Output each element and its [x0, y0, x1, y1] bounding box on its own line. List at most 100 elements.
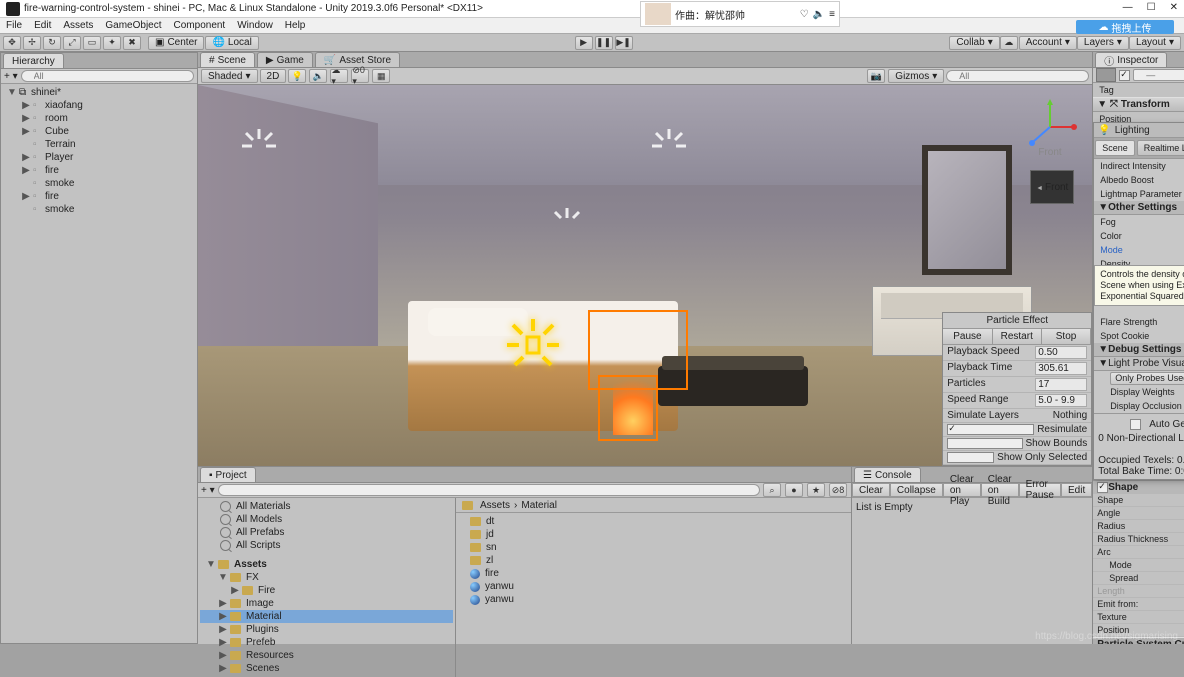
hand-tool[interactable]: ✥	[3, 36, 21, 50]
scene-viewport[interactable]: Front ◄ Front Particle Effect Pause Rest…	[198, 85, 1092, 466]
favorite-item[interactable]: All Models	[200, 513, 453, 526]
asset-item[interactable]: zl	[458, 554, 849, 567]
console-btn-clear-on-build[interactable]: Clear on Build	[981, 483, 1019, 497]
audio-toggle[interactable]: 🔈	[309, 69, 327, 83]
upload-button[interactable]: ☁ 拖拽上传	[1076, 20, 1174, 34]
light-gizmo-icon[interactable]	[648, 125, 690, 173]
name-field[interactable]	[1133, 69, 1184, 81]
hierarchy-item[interactable]: ▶▫Player	[1, 151, 197, 164]
scene-axis-gizmo[interactable]: Front	[1020, 97, 1080, 157]
particle-stop[interactable]: Stop	[1042, 329, 1091, 344]
gizmos-dropdown[interactable]: Gizmos ▾	[888, 69, 944, 83]
minimize-button[interactable]: —	[1123, 2, 1133, 13]
scale-tool[interactable]: ⤢	[63, 36, 81, 50]
asset-folder[interactable]: ▶Prefeb	[200, 636, 453, 649]
rotate-tool[interactable]: ↻	[43, 36, 61, 50]
tab-project[interactable]: ▪ Project	[200, 467, 256, 482]
shape-enabled[interactable]	[1097, 482, 1108, 493]
asset-item[interactable]: yanwu	[458, 593, 849, 606]
misc-toggle[interactable]: ⊘0 ▾	[351, 69, 369, 83]
menu-file[interactable]: File	[6, 20, 22, 31]
menu-component[interactable]: Component	[174, 20, 226, 31]
grid-toggle[interactable]: ▦	[372, 69, 390, 83]
hierarchy-item[interactable]: ▶▫room	[1, 112, 197, 125]
create-asset[interactable]: + ▾	[201, 485, 215, 496]
lighting-tab-realtime[interactable]: Realtime Lightmaps	[1137, 140, 1184, 156]
account-dropdown[interactable]: Account ▾	[1019, 36, 1077, 50]
transform-header[interactable]: ▼ ⤧ Transform◐ ⁝	[1093, 97, 1184, 112]
asset-folder[interactable]: ▶Material	[200, 610, 453, 623]
mode-2d[interactable]: 2D	[260, 69, 287, 83]
particle-restart[interactable]: Restart	[993, 329, 1042, 344]
selected-light-icon[interactable]	[503, 315, 563, 375]
tab-hierarchy[interactable]: Hierarchy	[3, 53, 64, 68]
menu-edit[interactable]: Edit	[34, 20, 51, 31]
rect-tool[interactable]: ▭	[83, 36, 101, 50]
menu-gameobject[interactable]: GameObject	[105, 20, 161, 31]
lighting-toggle[interactable]: 💡	[288, 69, 306, 83]
tab-scene[interactable]: # Scene	[200, 52, 255, 67]
volume-icon[interactable]: 🔈	[813, 9, 825, 20]
favorite-item[interactable]: All Scripts	[200, 539, 453, 552]
layers-dropdown[interactable]: Layers ▾	[1077, 36, 1129, 50]
pivot-button[interactable]: ▣ Center	[148, 36, 204, 50]
menu-window[interactable]: Window	[237, 20, 273, 31]
particle-option[interactable]: Resimulate	[943, 423, 1091, 437]
lighting-header[interactable]: 💡Lighting ▤ ⊡ ✕	[1094, 123, 1184, 138]
favorite-item[interactable]: All Prefabs	[200, 526, 453, 539]
asset-folder[interactable]: ▶Scenes	[200, 662, 453, 675]
console-btn-edit[interactable]: Edit	[1061, 483, 1092, 497]
maximize-button[interactable]: ☐	[1147, 2, 1156, 13]
project-browser[interactable]: Assets › Material dtjdsnzlfireyanwuyanwu	[456, 498, 851, 677]
crumb[interactable]: Material	[521, 500, 557, 511]
console-btn-error-pause[interactable]: Error Pause	[1019, 483, 1061, 497]
assets-root[interactable]: ▼Assets	[200, 558, 453, 571]
asset-folder[interactable]: ▶Image	[200, 597, 453, 610]
console-btn-clear[interactable]: Clear	[852, 483, 890, 497]
tab-game[interactable]: ▶ Game	[257, 52, 313, 67]
move-tool[interactable]: ✢	[23, 36, 41, 50]
asset-folder[interactable]: ▶Resources	[200, 649, 453, 662]
tab-inspector[interactable]: ⓘ Inspector	[1095, 52, 1167, 67]
camera-preview[interactable]: ◄ Front	[1030, 170, 1074, 204]
layout-dropdown[interactable]: Layout ▾	[1129, 36, 1181, 50]
camera-settings[interactable]: 📷	[867, 69, 885, 83]
create-dropdown[interactable]: + ▾	[4, 71, 18, 82]
console-btn-clear-on-play[interactable]: Clear on Play	[943, 483, 981, 497]
lighting-tab-scene[interactable]: Scene	[1095, 140, 1135, 156]
asset-item[interactable]: dt	[458, 515, 849, 528]
particle-option[interactable]: Show Only Selected	[943, 451, 1091, 465]
particle-option[interactable]: Show Bounds	[943, 437, 1091, 451]
combo-tool[interactable]: ✦	[103, 36, 121, 50]
light-gizmo-icon[interactable]	[548, 205, 586, 249]
hierarchy-item[interactable]: ▫Terrain	[1, 138, 197, 151]
collab-dropdown[interactable]: Collab ▾	[949, 36, 999, 50]
lpv-dropdown[interactable]: Only Probes Used By Selection	[1110, 372, 1184, 385]
tab-console[interactable]: ☰ Console	[854, 467, 921, 482]
hierarchy-item[interactable]: ▶▫fire	[1, 164, 197, 177]
fx-toggle[interactable]: ☁ ▾	[330, 69, 348, 83]
lighting-window[interactable]: 💡Lighting ▤ ⊡ ✕ Scene Realtime Lightmaps…	[1093, 122, 1184, 480]
pause-button[interactable]: ❚❚	[595, 36, 613, 50]
hierarchy-search[interactable]	[21, 70, 194, 82]
play-button[interactable]: ▶	[575, 36, 593, 50]
favorite-item[interactable]: All Materials	[200, 500, 453, 513]
hierarchy-item[interactable]: ▫smoke	[1, 203, 197, 216]
hidden-toggle[interactable]: ⊘8	[829, 483, 847, 497]
hierarchy-item[interactable]: ▫smoke	[1, 177, 197, 190]
hierarchy-item[interactable]: ▶▫Cube	[1, 125, 197, 138]
hierarchy-tree[interactable]: ▼⧉shinei*▶▫xiaofang▶▫room▶▫Cube▫Terrain▶…	[1, 84, 197, 643]
scene-search[interactable]	[946, 70, 1089, 82]
console-btn-collapse[interactable]: Collapse	[890, 483, 943, 497]
asset-folder[interactable]: ▶Fire	[200, 584, 453, 597]
other-settings-header[interactable]: ▼ Other Settings	[1094, 201, 1184, 215]
heart-icon[interactable]: ♡	[800, 9, 809, 20]
cloud-button[interactable]: ☁	[1000, 36, 1018, 50]
project-tree[interactable]: All MaterialsAll ModelsAll PrefabsAll Sc…	[198, 498, 456, 677]
menu-help[interactable]: Help	[285, 20, 306, 31]
project-search[interactable]	[218, 484, 760, 496]
crumb[interactable]: Assets	[480, 500, 510, 511]
asset-item[interactable]: yanwu	[458, 580, 849, 593]
step-button[interactable]: ▶❚	[615, 36, 633, 50]
light-gizmo-icon[interactable]	[238, 125, 280, 173]
